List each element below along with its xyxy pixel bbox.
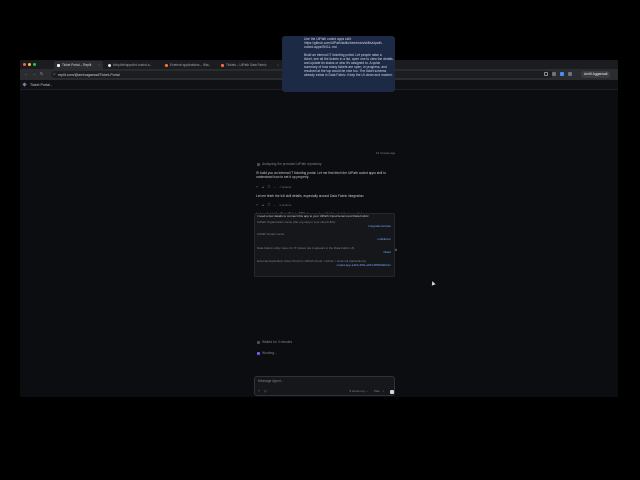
- actions-count[interactable]: 7 actions: [279, 185, 291, 189]
- add-attachment-icon[interactable]: +: [258, 389, 260, 393]
- extension-icon[interactable]: [552, 72, 556, 76]
- uipath-favicon-icon: [165, 63, 168, 67]
- plan-toggle[interactable]: Plan: [374, 389, 380, 393]
- bookmark-icon[interactable]: [544, 72, 548, 76]
- question-label: Data Fabric entity name for IT tickets (…: [257, 246, 355, 250]
- extensions-menu-icon[interactable]: [568, 72, 572, 76]
- connection-details-card: I need a few details to connect this app…: [254, 213, 395, 277]
- message-timestamp: 16 minutes ago: [376, 151, 396, 155]
- minimize-window-button[interactable]: [28, 63, 31, 66]
- question-label: UiPath Tenant name: [257, 232, 285, 236]
- close-tab-icon[interactable]: ×: [98, 63, 100, 67]
- clock-icon: [257, 340, 260, 344]
- mode-label: Economy: [352, 389, 365, 393]
- agent-message-line: Let me fetch the full skill details, esp…: [256, 194, 365, 198]
- message-input-placeholder[interactable]: Message Agent...: [258, 379, 283, 383]
- send-button[interactable]: [390, 390, 394, 394]
- message-actions: ↶ ▲ ❐ ⋯ 3 actions: [256, 203, 291, 207]
- actions-count[interactable]: 3 actions: [279, 203, 291, 207]
- close-tab-icon[interactable]: ×: [277, 63, 279, 67]
- mode-selector[interactable]: ↯ Economy ⌄: [349, 389, 368, 393]
- status-text: Working...: [262, 351, 277, 355]
- tab-title: Ticket Portal – Replit: [62, 63, 92, 67]
- back-icon[interactable]: ←: [24, 72, 28, 76]
- undo-icon[interactable]: ↶: [256, 203, 259, 207]
- reload-icon[interactable]: ↻: [40, 72, 43, 76]
- more-icon[interactable]: ⋯: [273, 185, 276, 189]
- chevron-down-icon[interactable]: ⌄: [50, 83, 53, 87]
- thumbs-up-icon[interactable]: ▲: [262, 185, 265, 189]
- card-heading: I need a few details to connect this app…: [257, 214, 369, 218]
- answer-value[interactable]: coded-app-a4b3-48f1-ab51c5f6b9f2b21c: [337, 263, 391, 267]
- tab-title: Tickets – UiPath Data Fabric: [226, 63, 267, 67]
- copy-icon[interactable]: ❐: [268, 203, 271, 207]
- tab-title: kirby/ide/apps/int-coded-a...: [113, 63, 153, 67]
- tab-external-applications[interactable]: External applications – Wat... ×: [162, 61, 226, 69]
- uipath-favicon-icon: [221, 63, 224, 67]
- answer-value[interactable]: Integrations/Auto: [368, 224, 391, 228]
- status-waited: Waited for 3 minutes: [257, 340, 292, 344]
- answer-value[interactable]: Ticket: [383, 250, 391, 254]
- app-title[interactable]: Ticket Portal: [30, 83, 50, 87]
- status-working: Working...: [257, 351, 277, 355]
- replit-favicon-icon: [57, 63, 60, 67]
- tab-data-fabric[interactable]: Tickets – UiPath Data Fabric ×: [218, 61, 282, 69]
- agent-message-line: understand how to set it up properly.: [256, 175, 310, 179]
- extension-icon[interactable]: [560, 72, 564, 76]
- site-info-icon[interactable]: ⊙: [53, 72, 56, 77]
- answer-value[interactable]: mobilicorn: [377, 237, 391, 241]
- window-controls: [23, 63, 36, 66]
- replit-logo-icon[interactable]: [22, 82, 27, 87]
- skill-link[interactable]: coded-apps/SKILL.md: [304, 45, 337, 49]
- tab-ticket-portal[interactable]: Ticket Portal – Replit ×: [54, 61, 103, 69]
- github-favicon-icon: [108, 63, 111, 67]
- toggle-icon[interactable]: ◑: [382, 389, 384, 393]
- chevron-down-icon: ⌄: [364, 389, 369, 393]
- spinner-icon: [257, 162, 260, 166]
- maximize-window-button[interactable]: [33, 63, 36, 66]
- status-text: Waited for 3 minutes: [262, 340, 293, 344]
- undo-icon[interactable]: ↶: [256, 185, 259, 189]
- question-label: UiPath Organization name (the org slug i…: [257, 220, 336, 224]
- tab-title: External applications – Wat...: [170, 63, 212, 67]
- mention-icon[interactable]: ◎: [264, 389, 267, 393]
- agent-icon: [257, 351, 260, 355]
- tab-github[interactable]: kirby/ide/apps/int-coded-a... ×: [105, 61, 169, 69]
- copy-icon[interactable]: ❐: [268, 185, 271, 189]
- url-text: replit.com/@arnivagarwal/Ticket-Portal: [58, 73, 120, 77]
- more-icon[interactable]: ⋯: [273, 203, 276, 207]
- user-message-bubble: Use the UiPath coded apps skill: https:/…: [282, 36, 395, 92]
- message-actions: ↶▲❐⋯ 7 actions: [256, 185, 291, 189]
- thumbs-up-icon[interactable]: ▲: [262, 203, 265, 207]
- status-text: Analyzing the provided UiPath repository: [262, 162, 322, 166]
- profile-chip[interactable]: Arnifi Aggarwali: [581, 71, 611, 78]
- message-input-box[interactable]: Message Agent... + ◎ ↯ Economy ⌄ Plan ◑: [254, 376, 395, 396]
- status-analyzing: Analyzing the provided UiPath repository: [257, 162, 322, 166]
- user-message-line: already exists in Data Fabric. Keep the …: [304, 73, 394, 77]
- forward-icon[interactable]: →: [32, 72, 36, 76]
- close-window-button[interactable]: [23, 63, 26, 66]
